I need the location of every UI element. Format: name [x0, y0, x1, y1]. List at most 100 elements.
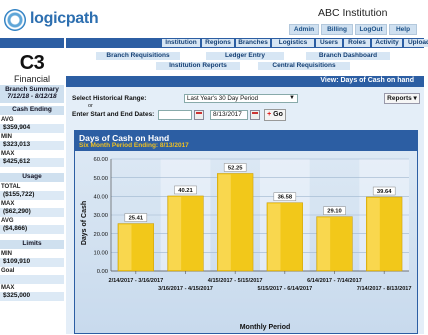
subnav-branch-dashboard[interactable]: Branch Dashboard: [306, 52, 390, 60]
y-tick-label: 50.00: [93, 176, 108, 182]
reports-button[interactable]: Reports ▾: [384, 93, 420, 104]
chart-bar-highlight: [367, 198, 380, 270]
main-content: View: Days of Cash on hand Select Histor…: [66, 76, 424, 334]
logo-text: logicpath: [30, 10, 99, 27]
chart-bar-highlight: [218, 174, 231, 270]
limits-min-label: MIN: [1, 251, 12, 257]
usage-total-value: ($155,722): [0, 191, 64, 200]
usage-header: Usage: [0, 173, 64, 182]
cash-ending-header: Cash Ending: [0, 106, 64, 115]
y-axis-label: Days of Cash: [81, 201, 88, 245]
limits-goal-value: [0, 275, 64, 284]
cash-min-label: MIN: [1, 134, 12, 140]
cash-avg-value: $359,904: [0, 124, 64, 133]
chart-bar-highlight: [267, 203, 281, 270]
y-tick-label: 0.00: [97, 269, 108, 275]
value-label: 40.21: [178, 188, 193, 194]
end-calendar-icon[interactable]: [250, 110, 260, 120]
nav-institution[interactable]: Institution: [162, 39, 200, 47]
sidebar-stripe: [0, 38, 64, 48]
nav-branches[interactable]: Branches: [236, 39, 270, 47]
x-tick-label: 7/14/2017 - 8/13/2017: [357, 286, 412, 292]
go-button[interactable]: + Go: [264, 109, 286, 121]
top-links: Admin Billing LogOut Help: [289, 24, 417, 35]
historical-range-select[interactable]: Last Year's 30 Day Period ▼: [184, 94, 298, 103]
admin-link[interactable]: Admin: [289, 24, 319, 35]
x-tick-label: 5/15/2017 - 6/14/2017: [257, 286, 312, 292]
institution-name: ABC Institution: [318, 7, 388, 19]
limits-max-value: $325,000: [0, 292, 64, 301]
usage-avg-label: AVG: [1, 218, 14, 224]
usage-max-value: ($62,290): [0, 208, 64, 217]
logout-link[interactable]: LogOut: [355, 24, 387, 35]
chart-bar-highlight: [168, 196, 182, 270]
main-nav: Institution Regions Branches Logistics U…: [66, 38, 428, 48]
dates-label: Enter Start and End Dates:: [72, 111, 155, 118]
logo-mark-icon: [4, 9, 26, 31]
chart-header: Days of Cash on Hand Six Month Period En…: [75, 131, 417, 151]
usage-avg-value: ($4,866): [0, 225, 64, 234]
branch-summary-range: 7/12/18 - 8/12/18: [7, 93, 57, 100]
plus-icon: +: [267, 111, 272, 118]
limits-goal-label: Goal: [1, 268, 15, 274]
y-tick-label: 30.00: [93, 213, 108, 219]
nav-upload[interactable]: Upload: [404, 39, 428, 47]
nav-users[interactable]: Users: [316, 39, 342, 47]
nav-roles[interactable]: Roles: [344, 39, 370, 47]
chevron-down-icon: ▾: [413, 95, 417, 102]
x-tick-label: 4/15/2017 - 5/15/2017: [208, 278, 263, 284]
chart-bar-highlight: [118, 224, 132, 270]
cash-avg-label: AVG: [1, 117, 14, 123]
subnav-ledger-entry[interactable]: Ledger Entry: [206, 52, 284, 60]
historical-range-label: Select Historical Range:: [72, 95, 147, 102]
billing-link[interactable]: Billing: [321, 24, 353, 35]
cash-min-value: $323,013: [0, 141, 64, 150]
value-label: 25.41: [129, 216, 144, 222]
limits-min-value: $109,910: [0, 258, 64, 267]
usage-total-label: TOTAL: [1, 184, 21, 190]
subnav-institution-reports[interactable]: Institution Reports: [156, 62, 240, 70]
reports-label: Reports: [387, 95, 412, 102]
chart-panel: Days of Cash on Hand Six Month Period En…: [74, 130, 418, 334]
y-tick-label: 10.00: [93, 251, 108, 257]
days-of-cash-chart: 0.00 10.00 20.00 30.00 40.00 50.00 60.00 25.41…: [81, 157, 412, 331]
subnav-branch-requisitions[interactable]: Branch Requisitions: [96, 52, 180, 60]
x-tick-label: 6/14/2017 - 7/14/2017: [307, 278, 362, 284]
chart-subtitle: Six Month Period Ending: 8/13/2017: [79, 142, 189, 149]
cash-max-label: MAX: [1, 151, 15, 157]
y-tick-label: 40.00: [93, 195, 108, 201]
logicpath-logo[interactable]: logicpath: [4, 7, 99, 35]
sidebar: C3 Financial Branch Summary 7/12/18 - 8/…: [0, 38, 64, 334]
y-tick-label: 60.00: [93, 157, 108, 163]
x-tick-label: 3/16/2017 - 4/15/2017: [158, 286, 213, 292]
nav-logistics[interactable]: Logistics: [272, 39, 314, 47]
nav-activity[interactable]: Activity: [372, 39, 402, 47]
subnav-central-requisitions[interactable]: Central Requisitions: [258, 62, 350, 70]
chart-body: 0.00 10.00 20.00 30.00 40.00 50.00 60.00 25.41…: [75, 151, 417, 333]
start-calendar-icon[interactable]: [194, 110, 204, 120]
view-bar: View: Days of Cash on hand: [66, 76, 424, 87]
value-label: 39.64: [377, 189, 392, 195]
sidebar-subtitle: Financial: [13, 74, 51, 84]
or-text: or: [88, 103, 93, 109]
help-link[interactable]: Help: [389, 24, 417, 35]
y-tick-label: 20.00: [93, 232, 108, 238]
go-label: Go: [273, 111, 283, 118]
nav-regions[interactable]: Regions: [202, 39, 234, 47]
value-label: 29.10: [327, 209, 342, 215]
usage-max-label: MAX: [1, 201, 15, 207]
start-date-input[interactable]: [158, 110, 192, 120]
limits-header: Limits: [0, 240, 64, 249]
cash-max-value: $425,612: [0, 158, 64, 167]
view-title: View: Days of Cash on hand: [320, 77, 414, 84]
limits-max-label: MAX: [1, 285, 15, 291]
x-axis-label: Monthly Period: [240, 324, 291, 331]
end-date-input[interactable]: 8/13/2017: [210, 110, 248, 120]
branch-summary-header: Branch Summary 7/12/18 - 8/12/18: [0, 85, 64, 103]
branch-summary-title: Branch Summary: [5, 86, 59, 93]
sub-nav: Branch Requisitions Ledger Entry Branch …: [66, 50, 424, 72]
chart-bar-highlight: [317, 217, 331, 270]
value-label: 36.58: [278, 195, 293, 201]
x-tick-label: 2/14/2017 - 3/16/2017: [108, 278, 163, 284]
value-label: 52.25: [228, 165, 243, 171]
